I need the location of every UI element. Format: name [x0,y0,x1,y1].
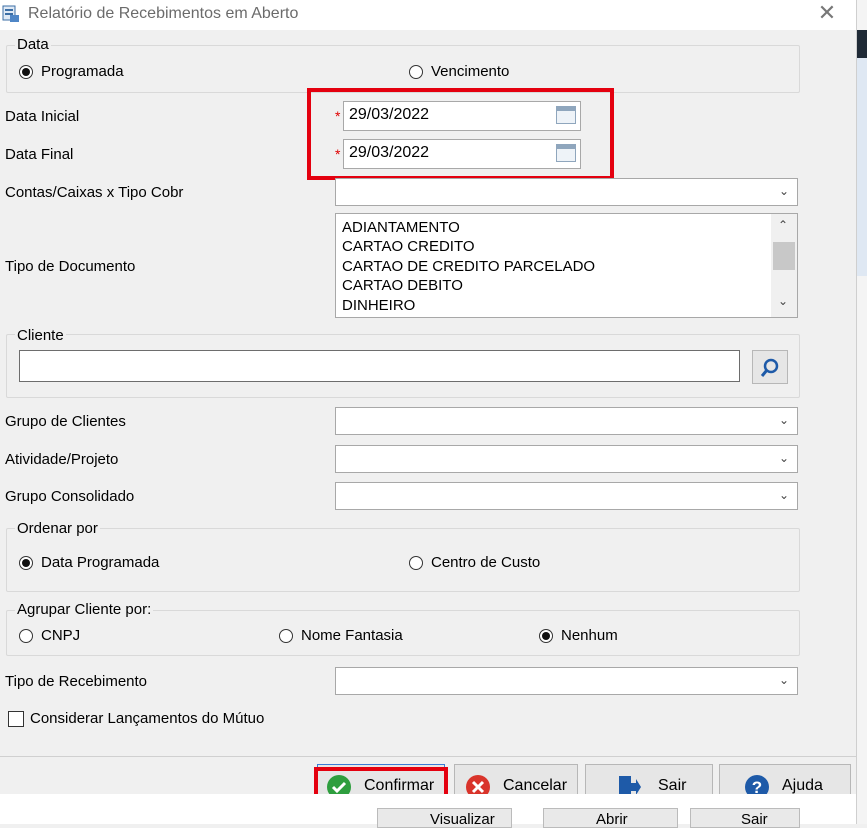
radio-vencimento[interactable] [409,65,423,79]
list-item[interactable]: CARTAO CREDITO [342,238,475,255]
background-visualizar-button: Visualizar [377,808,512,828]
radio-cnpj-label: CNPJ [41,627,81,644]
radio-cnpj[interactable] [19,629,33,643]
tipo-documento-list[interactable]: ADIANTAMENTO CARTAO CREDITO CARTAO DE CR… [335,213,798,318]
list-scrollbar[interactable]: ⌃ ⌄ [771,214,797,317]
radio-programada[interactable] [19,65,33,79]
sair-label: Sair [658,777,687,794]
atividade-label: Atividade/Projeto [5,451,119,468]
radio-centro-custo[interactable] [409,556,423,570]
tipo-recebimento-select[interactable]: ⌄ [335,667,798,695]
scroll-down-icon[interactable]: ⌄ [778,294,788,308]
contas-label: Contas/Caixas x Tipo Cobr [5,184,184,201]
highlight-box-dates [307,88,614,180]
grupo-consolidado-label: Grupo Consolidado [5,488,135,505]
ajuda-label: Ajuda [782,777,823,794]
atividade-select[interactable]: ⌄ [335,445,798,473]
cancelar-label: Cancelar [503,777,568,794]
ordenar-legend: Ordenar por [15,520,100,537]
background-window-panel [857,58,867,276]
radio-data-programada-label: Data Programada [41,554,160,571]
button-bar-divider [0,756,856,757]
list-item[interactable]: CARTAO DE CREDITO PARCELADO [342,258,595,275]
radio-programada-label: Programada [41,63,124,80]
chevron-down-icon: ⌄ [778,673,789,687]
list-item[interactable]: CARTAO DEBITO [342,277,463,294]
window-title: Relatório de Recebimentos em Aberto [28,5,299,22]
list-item[interactable]: DINHEIRO [342,297,415,314]
background-visualizar-label: Visualizar [430,811,495,828]
chevron-down-icon: ⌄ [778,451,789,465]
chevron-down-icon: ⌄ [778,184,789,198]
background-abrir-button: Abrir [543,808,678,828]
close-icon[interactable]: ✕ [812,2,842,26]
mutuo-checkbox[interactable] [8,711,24,727]
radio-nenhum-label: Nenhum [561,627,618,644]
radio-data-programada[interactable] [19,556,33,570]
background-window-toolbar [857,30,867,58]
background-sair-button: Sair [690,808,800,828]
list-item[interactable]: ADIANTAMENTO [342,219,460,236]
contas-select[interactable]: ⌄ [335,178,798,206]
cliente-legend: Cliente [15,327,66,344]
radio-centro-custo-label: Centro de Custo [431,554,541,571]
radio-vencimento-label: Vencimento [431,63,510,80]
grupo-clientes-select[interactable]: ⌄ [335,407,798,435]
chevron-down-icon: ⌄ [778,413,789,427]
report-app-icon [2,5,19,22]
background-sair-label: Sair [741,811,768,828]
data-group-legend: Data [15,36,51,53]
scrollbar-thumb[interactable] [773,242,795,270]
radio-nenhum[interactable] [539,629,553,643]
cliente-search-button[interactable] [752,350,788,384]
agrupar-legend: Agrupar Cliente por: [15,601,154,618]
chevron-down-icon: ⌄ [778,488,789,502]
tipo-documento-label: Tipo de Documento [5,258,136,275]
data-group [6,45,800,93]
data-inicial-label: Data Inicial [5,108,80,125]
tipo-recebimento-label: Tipo de Recebimento [5,673,148,690]
title-bar: Relatório de Recebimentos em Aberto ✕ [0,0,856,30]
background-abrir-label: Abrir [596,811,628,828]
cliente-input[interactable] [19,350,740,382]
search-icon [760,358,779,377]
grupo-consolidado-select[interactable]: ⌄ [335,482,798,510]
grupo-clientes-label: Grupo de Clientes [5,413,126,430]
mutuo-label: Considerar Lançamentos do Mútuo [30,710,265,727]
data-final-label: Data Final [5,146,74,163]
radio-nome-fantasia-label: Nome Fantasia [301,627,403,644]
radio-nome-fantasia[interactable] [279,629,293,643]
scroll-up-icon[interactable]: ⌃ [778,218,788,232]
